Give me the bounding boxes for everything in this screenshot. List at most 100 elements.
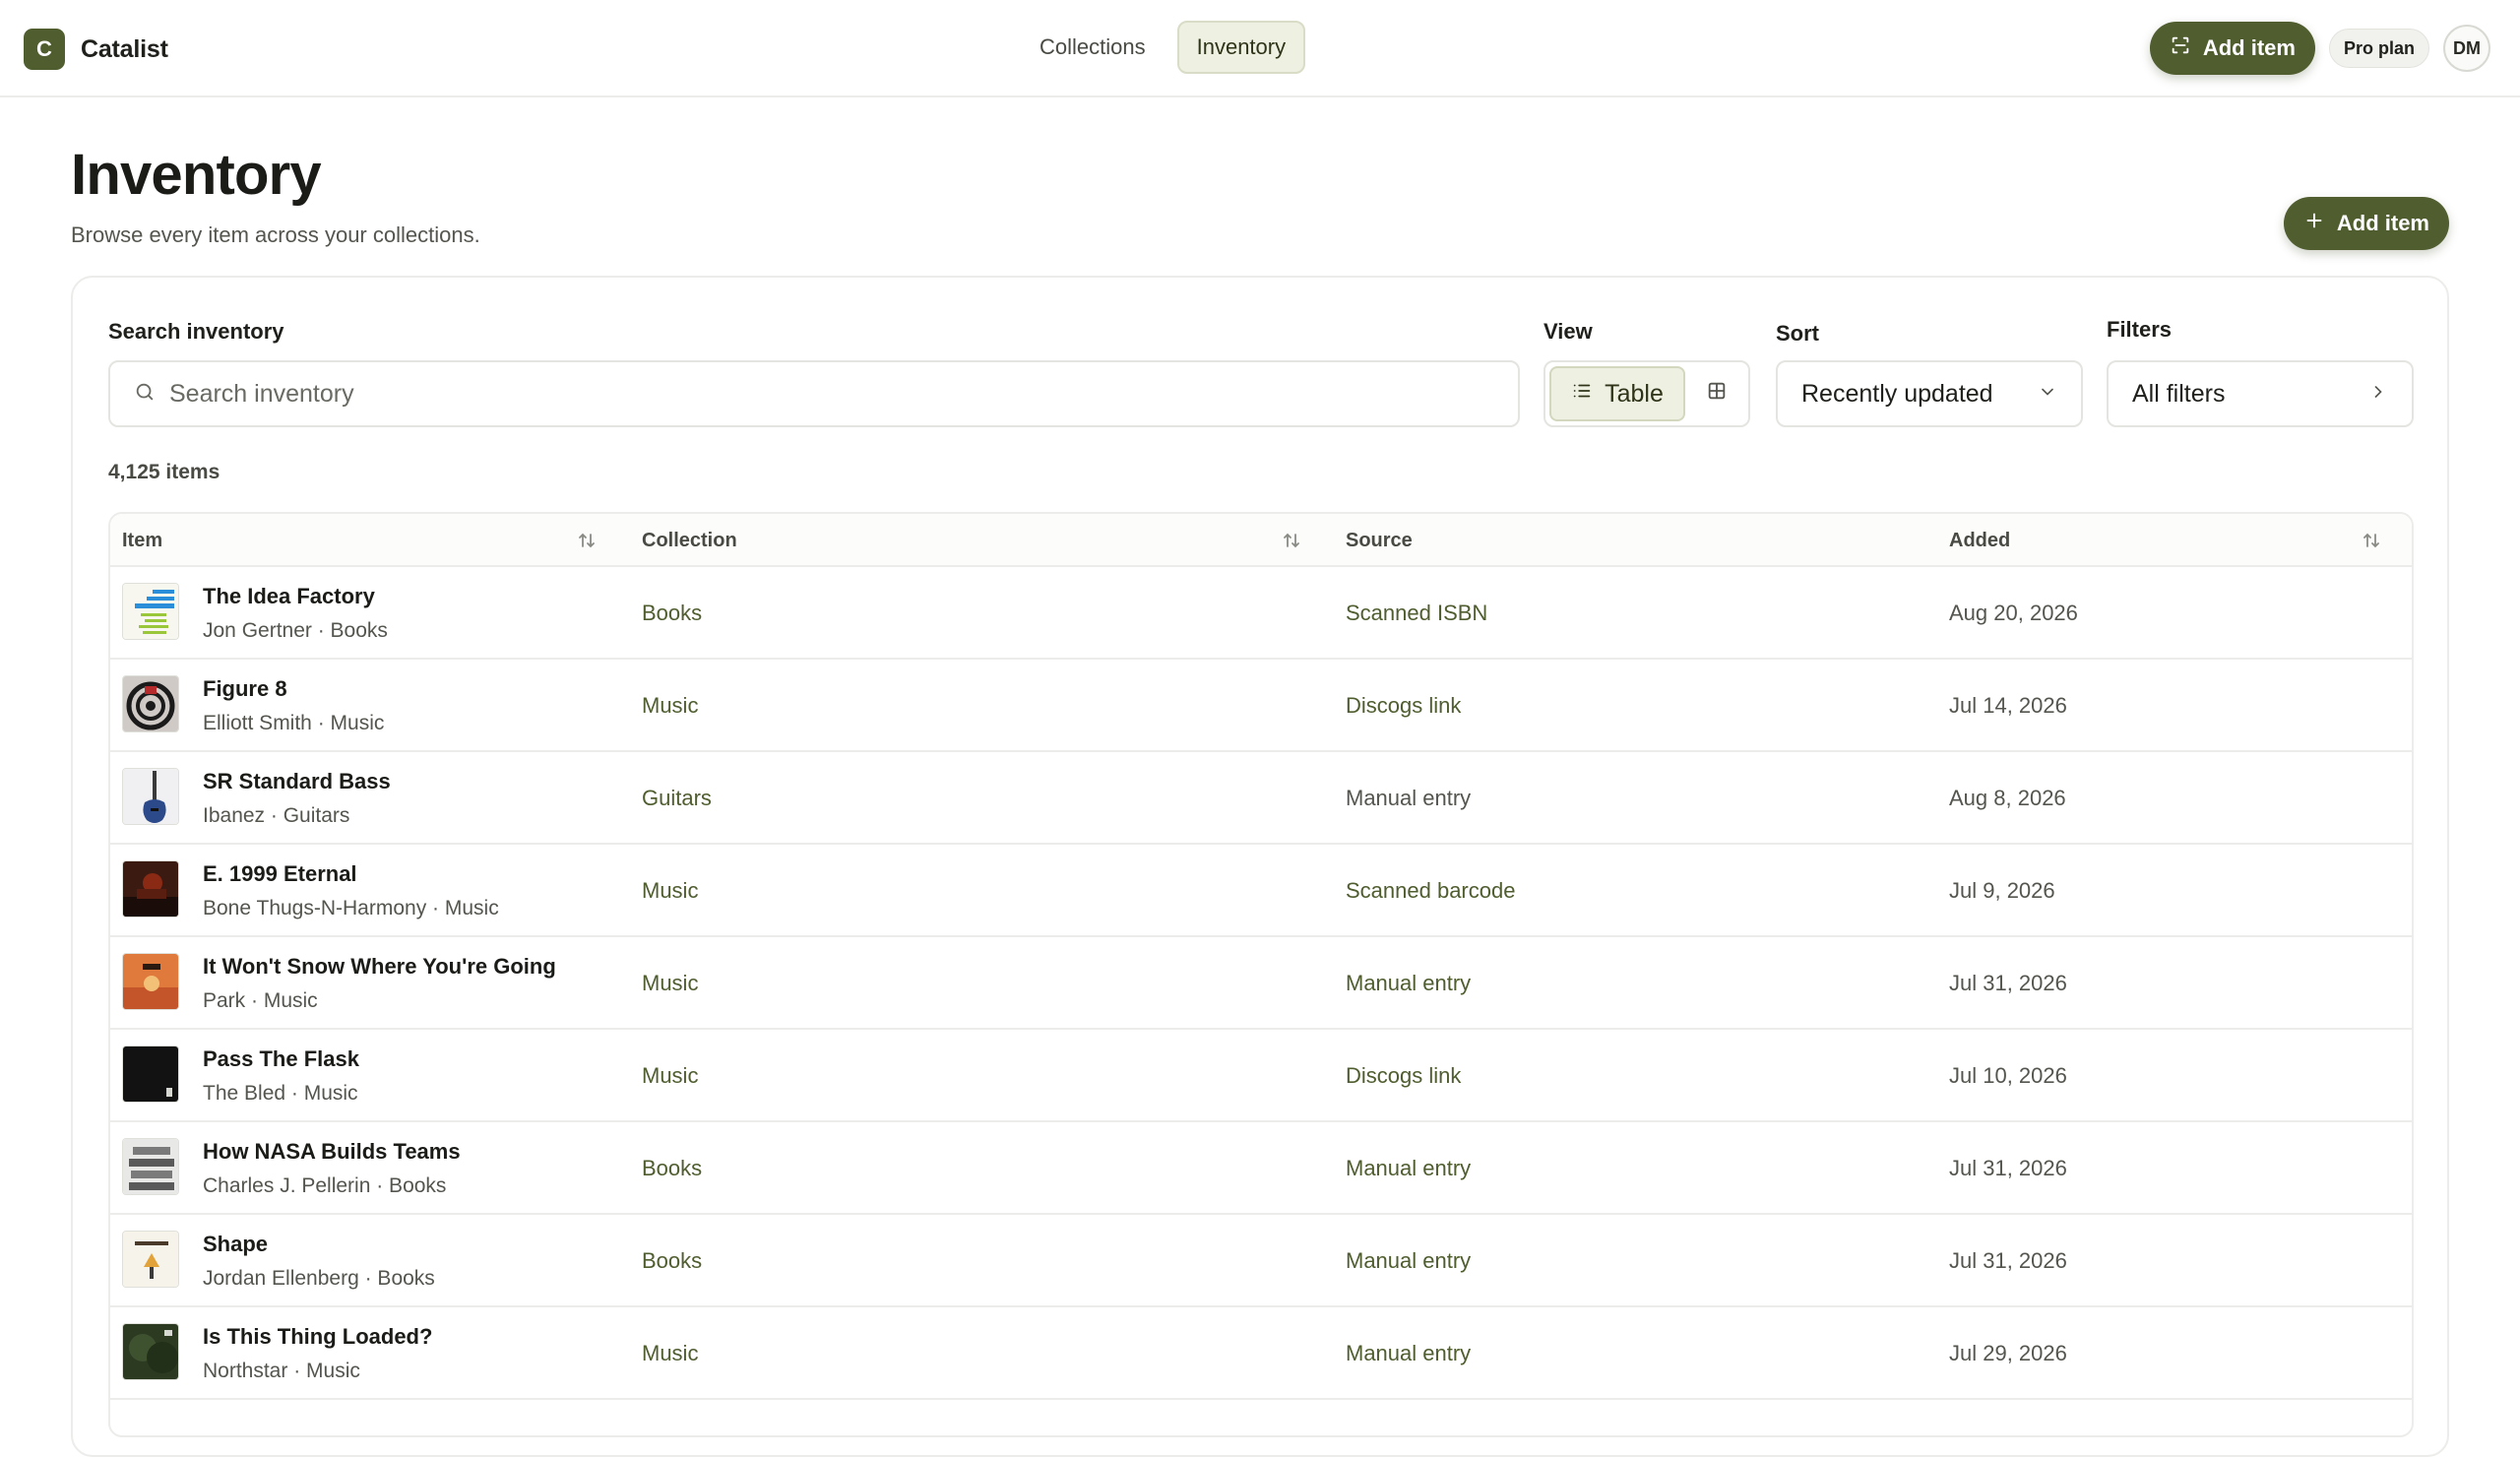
item-collection[interactable]: Books	[642, 1215, 702, 1307]
item-subtitle: Charles J. Pellerin · Books	[203, 1174, 447, 1197]
item-subtitle: Jon Gertner · Books	[203, 619, 388, 642]
item-added: Jul 14, 2026	[1949, 693, 2067, 718]
item-collection[interactable]: Books	[642, 1122, 702, 1215]
app-name: Catalist	[81, 34, 168, 63]
item-title[interactable]: The Idea Factory	[203, 583, 388, 610]
view-label: View	[1544, 319, 1593, 344]
add-item-label: Add item	[2202, 35, 2296, 60]
table-row[interactable]: Is This Thing Loaded? Northstar · Music …	[110, 1307, 2412, 1400]
grid-icon	[1706, 380, 1728, 409]
item-title[interactable]: SR Standard Bass	[203, 768, 391, 795]
page-subtitle: Browse every item across your collection…	[71, 222, 480, 247]
item-subtitle: Ibanez · Guitars	[203, 804, 350, 827]
plan-badge[interactable]: Pro plan	[2328, 29, 2429, 68]
item-source: Manual entry	[1346, 786, 1472, 810]
page-title: Inventory	[71, 143, 322, 207]
guitar-thumbnail	[122, 768, 179, 825]
item-source: Manual entry	[1346, 971, 1472, 995]
sort-label: Sort	[1776, 321, 1819, 346]
chevron-right-icon	[2368, 380, 2388, 409]
item-source: Manual entry	[1346, 1248, 1472, 1273]
item-subtitle: Elliott Smith · Music	[203, 712, 385, 734]
column-item[interactable]: Item	[122, 514, 162, 567]
item-title[interactable]: Pass The Flask	[203, 1045, 359, 1073]
sort-item-icon[interactable]	[575, 529, 598, 552]
header-add-item-label: Add item	[2336, 211, 2429, 235]
table-row[interactable]: SR Standard Bass Ibanez · Guitars Guitar…	[110, 752, 2412, 845]
main-nav: Collections Inventory	[1020, 21, 1306, 74]
sort-collection-icon[interactable]	[1280, 529, 1303, 552]
book-cover-thumbnail	[122, 1231, 179, 1288]
add-item-button[interactable]: Add item	[2149, 22, 2315, 75]
item-count: 4,125 items	[108, 461, 220, 483]
table-row[interactable]: Pass The Flask The Bled · Music Music Di…	[110, 1030, 2412, 1122]
item-collection[interactable]: Music	[642, 1030, 698, 1122]
item-added: Jul 31, 2026	[1949, 971, 2067, 995]
album-cover-thumbnail	[122, 675, 179, 732]
table-row[interactable]: Figure 8 Elliott Smith · Music Music Dis…	[110, 660, 2412, 752]
header-add-item-button[interactable]: Add item	[2283, 197, 2449, 250]
inventory-card: Search inventory View Table Sort Recentl…	[71, 276, 2449, 1457]
sort-added-icon[interactable]	[2360, 529, 2383, 552]
item-added: Jul 9, 2026	[1949, 878, 2055, 903]
search-label: Search inventory	[108, 319, 284, 344]
table-header: Item Collection Source Added	[110, 514, 2412, 567]
column-source[interactable]: Source	[1346, 514, 1413, 567]
item-title[interactable]: How NASA Builds Teams	[203, 1138, 461, 1166]
top-actions: Add item Pro plan DM	[2149, 22, 2490, 75]
plus-icon	[2303, 210, 2325, 237]
tab-collections[interactable]: Collections	[1020, 21, 1166, 74]
book-cover-thumbnail	[122, 583, 179, 640]
item-title[interactable]: Shape	[203, 1231, 435, 1258]
avatar[interactable]: DM	[2443, 25, 2490, 72]
table-row[interactable]: E. 1999 Eternal Bone Thugs-N-Harmony · M…	[110, 845, 2412, 937]
item-collection[interactable]: Music	[642, 660, 698, 752]
item-title[interactable]: Figure 8	[203, 675, 384, 703]
item-collection[interactable]: Books	[642, 567, 702, 660]
table-row[interactable]: Shape Jordan Ellenberg · Books Books Man…	[110, 1215, 2412, 1307]
item-subtitle: Northstar · Music	[203, 1360, 360, 1382]
item-collection[interactable]: Music	[642, 845, 698, 937]
item-title[interactable]: Is This Thing Loaded?	[203, 1323, 432, 1351]
item-title[interactable]: It Won't Snow Where You're Going	[203, 953, 556, 981]
item-collection[interactable]: Guitars	[642, 752, 712, 845]
top-bar: C Catalist Collections Inventory Add ite…	[0, 0, 2520, 97]
filters-label: Filters	[2107, 317, 2173, 342]
item-subtitle: Bone Thugs-N-Harmony · Music	[203, 897, 499, 919]
item-source: Discogs link	[1346, 1063, 1462, 1088]
item-collection[interactable]: Music	[642, 1307, 698, 1400]
book-cover-thumbnail	[122, 1138, 179, 1195]
view-table-label: Table	[1605, 379, 1664, 408]
filters-select[interactable]: All filters	[2107, 360, 2414, 427]
view-grid-button[interactable]	[1695, 366, 1738, 421]
list-icon	[1571, 380, 1593, 409]
album-cover-thumbnail	[122, 860, 179, 918]
table-row[interactable]: How NASA Builds Teams Charles J. Pelleri…	[110, 1122, 2412, 1215]
column-added[interactable]: Added	[1949, 514, 2010, 567]
tab-inventory[interactable]: Inventory	[1176, 21, 1306, 74]
chevron-down-icon	[2038, 380, 2057, 409]
brand[interactable]: C Catalist	[24, 29, 168, 70]
item-added: Aug 8, 2026	[1949, 786, 2066, 810]
search-box[interactable]	[108, 360, 1520, 427]
table-row[interactable]: The Idea Factory Jon Gertner · Books Boo…	[110, 567, 2412, 660]
item-title[interactable]: E. 1999 Eternal	[203, 860, 499, 888]
item-source: Manual entry	[1346, 1341, 1472, 1365]
item-added: Jul 10, 2026	[1949, 1063, 2067, 1088]
view-table-button[interactable]: Table	[1549, 366, 1685, 421]
item-added: Jul 31, 2026	[1949, 1156, 2067, 1180]
table-row[interactable]: It Won't Snow Where You're Going Park · …	[110, 937, 2412, 1030]
item-added: Jul 29, 2026	[1949, 1341, 2067, 1365]
column-collection[interactable]: Collection	[642, 514, 737, 567]
item-collection[interactable]: Music	[642, 937, 698, 1030]
app-logo: C	[24, 29, 65, 70]
sort-select[interactable]: Recently updated	[1776, 360, 2083, 427]
search-input[interactable]	[169, 379, 1449, 409]
search-icon	[134, 381, 156, 408]
album-cover-thumbnail	[122, 953, 179, 1010]
item-subtitle: Park · Music	[203, 989, 318, 1012]
filters-value: All filters	[2132, 379, 2226, 408]
item-added: Aug 20, 2026	[1949, 601, 2078, 625]
item-source: Discogs link	[1346, 693, 1462, 718]
item-subtitle: Jordan Ellenberg · Books	[203, 1267, 435, 1290]
